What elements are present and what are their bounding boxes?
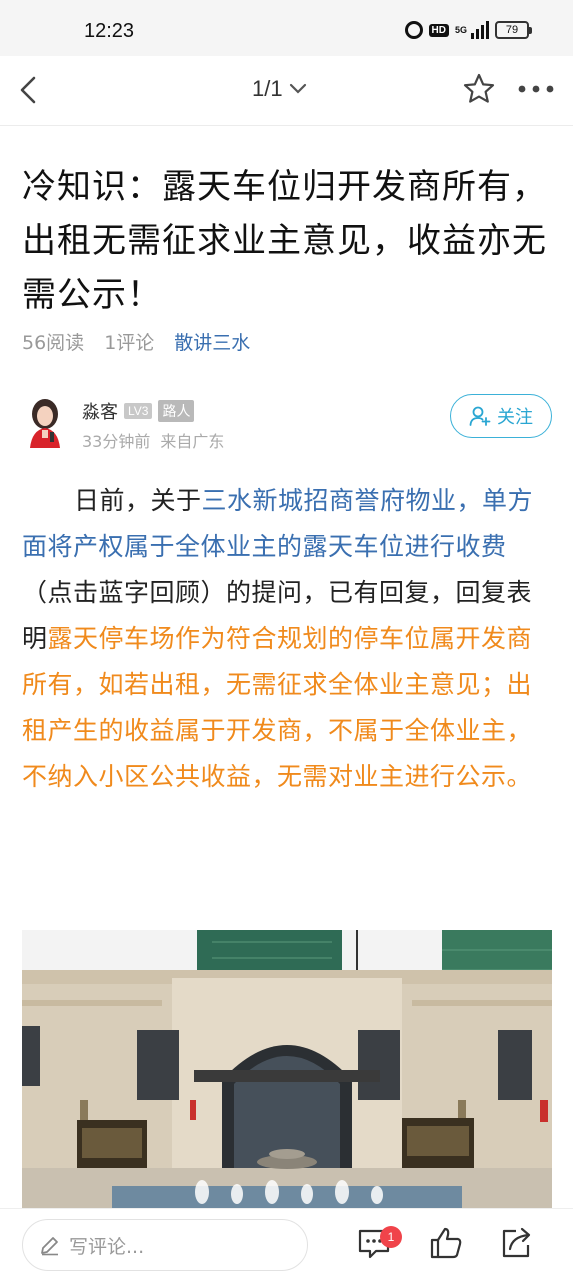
share-icon[interactable] [498,1225,534,1261]
signal-icon [471,21,489,39]
hd-icon: HD [428,23,449,37]
follow-button[interactable]: 关注 [450,394,552,438]
comment-count: 1评论 [104,332,155,354]
author-sub: 33分钟前 来自广东 [82,428,224,452]
article-meta: 56阅读 1评论 散讲三水 [22,328,250,355]
role-badge: 路人 [158,400,195,422]
status-time: 12:23 [84,20,135,42]
author-name-row: 淼客 LV3 路人 [82,398,195,424]
level-badge: LV3 [124,403,153,419]
network-label: 5G [454,25,467,35]
page-indicator-label: 1/1 [252,76,283,101]
follow-label: 关注 [497,407,533,428]
author-name[interactable]: 淼客 [82,398,118,424]
more-icon[interactable] [516,76,556,102]
star-icon[interactable] [462,72,496,106]
comment-count-badge: 1 [380,1226,402,1248]
add-user-icon [469,406,491,426]
battery-icon: 79 [495,21,532,39]
post-location: 来自广东 [160,432,225,451]
bottom-bar: 写评论... [0,1208,573,1280]
comment-placeholder: 写评论... [69,1235,145,1258]
post-time: 33分钟前 [82,432,151,451]
back-icon[interactable] [14,72,44,108]
body-highlight: 露天停车场作为符合规划的停车位属开发商所有，如若出租，无需征求全体业主意见；出租… [22,624,533,791]
read-count: 56阅读 [22,332,85,354]
chevron-down-icon [289,83,306,94]
article-photo[interactable] [22,930,552,1208]
body-text-1: 日前，关于 [74,486,202,515]
status-icons: HD 5G 79 [404,21,532,39]
avatar[interactable] [22,394,68,448]
nav-bar: 1/1 [0,56,573,126]
alarm-icon [404,21,423,39]
page-indicator[interactable]: 1/1 [252,76,307,102]
source-link[interactable]: 散讲三水 [174,328,250,355]
status-bar: 12:23 HD 5G 79 [0,0,573,56]
article-title: 冷知识：露天车位归开发商所有，出租无需征求业主意见，收益亦无需公示！ [22,167,547,315]
comment-input[interactable]: 写评论... [22,1219,308,1271]
pen-icon [41,1237,58,1256]
thumbs-up-icon[interactable] [428,1225,464,1261]
article-body: 日前，关于三水新城招商誉府物业，单方面将产权属于全体业主的露天车位进行收费（点击… [22,478,534,800]
